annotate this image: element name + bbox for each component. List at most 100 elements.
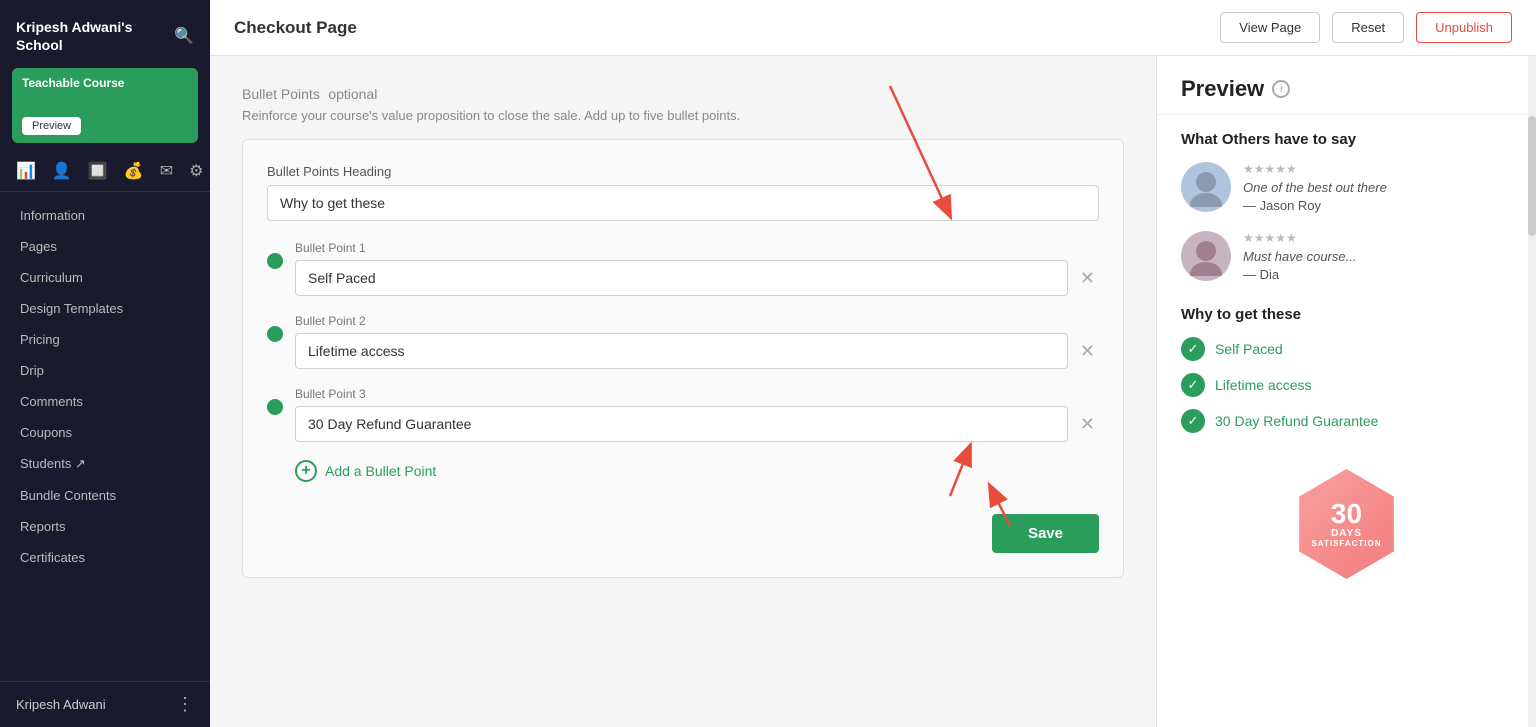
topbar: Checkout Page View Page Reset Unpublish — [210, 0, 1536, 56]
course-preview: Teachable Course Preview — [12, 68, 198, 143]
testimonial-item-1: ★★★★★ One of the best out there — Jason … — [1181, 162, 1512, 213]
testimonial-text-1: ★★★★★ One of the best out there — Jason … — [1243, 162, 1512, 213]
sidebar-item-comments[interactable]: Comments — [0, 386, 210, 417]
bullet-check-row-1: ✓ Self Paced — [1181, 337, 1512, 361]
scrollbar-thumb — [1528, 116, 1536, 236]
preview-panel: Preview i What Others have to say — [1156, 56, 1536, 727]
preview-scrollbar[interactable] — [1528, 56, 1536, 727]
bullet-input-row-1: ✕ — [295, 260, 1099, 296]
main-content: Checkout Page View Page Reset Unpublish … — [210, 0, 1536, 727]
bullet-point-row-2: Bullet Point 2 ✕ — [267, 314, 1099, 369]
panels: Bullet Points optional Reinforce your co… — [210, 56, 1536, 727]
sidebar-item-students[interactable]: Students ↗ — [0, 448, 210, 480]
sidebar-item-bundle-contents[interactable]: Bundle Contents — [0, 480, 210, 511]
unpublish-button[interactable]: Unpublish — [1416, 12, 1512, 43]
testimonial-text-2: ★★★★★ Must have course... — Dia — [1243, 231, 1512, 282]
dashboard-icon[interactable]: 📊 — [16, 161, 36, 181]
badge-label: DAYS — [1331, 528, 1362, 539]
heading-field-group: Bullet Points Heading — [267, 164, 1099, 221]
sidebar-nav: Information Pages Curriculum Design Temp… — [0, 192, 210, 681]
bullet-label-1: Bullet Point 1 — [295, 241, 1099, 255]
bullet-remove-2[interactable]: ✕ — [1076, 341, 1099, 362]
why-section: Why to get these ✓ Self Paced ✓ Lifetime… — [1181, 306, 1512, 433]
badge-sub: SATISFACTION — [1311, 539, 1381, 548]
badge-area: 30 DAYS SATISFACTION — [1181, 449, 1512, 589]
save-row: Save — [267, 514, 1099, 553]
sidebar-item-pricing[interactable]: Pricing — [0, 324, 210, 355]
money-icon[interactable]: 💰 — [124, 161, 144, 181]
school-name: Kripesh Adwani's School — [16, 18, 174, 54]
bullet-input-3[interactable] — [295, 406, 1068, 442]
check-circle-1: ✓ — [1181, 337, 1205, 361]
form-area: Bullet Points Heading Bullet Point 1 ✕ — [242, 139, 1124, 578]
preview-content: What Others have to say ★★★★★ One of the… — [1157, 115, 1536, 609]
sidebar-item-curriculum[interactable]: Curriculum — [0, 262, 210, 293]
bullet-content-1: Bullet Point 1 ✕ — [295, 241, 1099, 296]
sidebar-item-coupons[interactable]: Coupons — [0, 417, 210, 448]
section-title-text: Bullet Points — [242, 86, 320, 102]
bullet-dot-3 — [267, 399, 283, 415]
sidebar-item-pages[interactable]: Pages — [0, 231, 210, 262]
settings-icon[interactable]: ⚙ — [189, 161, 203, 181]
sidebar-header: Kripesh Adwani's School 🔍 — [0, 0, 210, 68]
bullet-input-row-3: ✕ — [295, 406, 1099, 442]
heading-input[interactable] — [267, 185, 1099, 221]
add-bullet-row[interactable]: + Add a Bullet Point — [267, 460, 1099, 482]
reset-button[interactable]: Reset — [1332, 12, 1404, 43]
bullet-check-row-2: ✓ Lifetime access — [1181, 373, 1512, 397]
bullet-dot-1 — [267, 253, 283, 269]
mail-icon[interactable]: ✉ — [160, 161, 173, 181]
heading-label: Bullet Points Heading — [267, 164, 1099, 179]
page-title: Checkout Page — [234, 18, 357, 38]
view-page-button[interactable]: View Page — [1220, 12, 1320, 43]
sidebar-item-drip[interactable]: Drip — [0, 355, 210, 386]
user-name: Kripesh Adwani — [16, 697, 106, 712]
info-icon: i — [1272, 80, 1290, 98]
preview-title: Preview — [1181, 76, 1264, 102]
sidebar-item-certificates[interactable]: Certificates — [0, 542, 210, 573]
layout-icon[interactable]: 🔲 — [88, 161, 108, 181]
testimonial-item-2: ★★★★★ Must have course... — Dia — [1181, 231, 1512, 282]
save-button[interactable]: Save — [992, 514, 1099, 553]
add-bullet-label: Add a Bullet Point — [325, 463, 436, 479]
bullet-input-1[interactable] — [295, 260, 1068, 296]
topbar-actions: View Page Reset Unpublish — [1220, 12, 1512, 43]
bullet-remove-3[interactable]: ✕ — [1076, 414, 1099, 435]
bullet-preview-text-3: 30 Day Refund Guarantee — [1215, 413, 1378, 429]
sidebar-item-information[interactable]: Information — [0, 200, 210, 231]
sidebar-item-reports[interactable]: Reports — [0, 511, 210, 542]
users-icon[interactable]: 👤 — [52, 161, 72, 181]
bullet-dot-2 — [267, 326, 283, 342]
bullet-input-2[interactable] — [295, 333, 1068, 369]
testimonials-section: What Others have to say ★★★★★ One of the… — [1181, 131, 1512, 282]
testimonial-quote-1: One of the best out there — [1243, 180, 1512, 195]
edit-panel: Bullet Points optional Reinforce your co… — [210, 56, 1156, 727]
bullet-content-2: Bullet Point 2 ✕ — [295, 314, 1099, 369]
sidebar-icons-row: 📊 👤 🔲 💰 ✉ ⚙ 📚 💵 — [0, 155, 210, 192]
bullet-label-3: Bullet Point 3 — [295, 387, 1099, 401]
testimonial-quote-2: Must have course... — [1243, 249, 1512, 264]
sidebar-footer: Kripesh Adwani ⋮ — [0, 681, 210, 727]
days-badge: 30 DAYS SATISFACTION — [1292, 469, 1402, 579]
bullet-preview-text-2: Lifetime access — [1215, 377, 1311, 393]
sidebar-item-design-templates[interactable]: Design Templates — [0, 293, 210, 324]
add-bullet-plus-icon: + — [295, 460, 317, 482]
testimonial-rating-2: ★★★★★ — [1243, 231, 1512, 245]
testimonial-author-2: — Dia — [1243, 267, 1512, 282]
bullet-point-row-3: Bullet Point 3 ✕ — [267, 387, 1099, 442]
why-heading: Why to get these — [1181, 306, 1512, 323]
course-preview-button[interactable]: Preview — [22, 117, 81, 135]
course-label: Teachable Course — [22, 76, 124, 90]
section-optional-text: optional — [328, 86, 377, 102]
avatar-1 — [1181, 162, 1231, 212]
preview-header: Preview i — [1157, 56, 1536, 115]
avatar-2 — [1181, 231, 1231, 281]
sidebar: Kripesh Adwani's School 🔍 Teachable Cour… — [0, 0, 210, 727]
bullet-input-row-2: ✕ — [295, 333, 1099, 369]
bullet-label-2: Bullet Point 2 — [295, 314, 1099, 328]
search-icon[interactable]: 🔍 — [174, 26, 194, 46]
badge-number: 30 — [1331, 500, 1362, 528]
more-options-icon[interactable]: ⋮ — [176, 694, 194, 715]
testimonial-author-1: — Jason Roy — [1243, 198, 1512, 213]
bullet-remove-1[interactable]: ✕ — [1076, 268, 1099, 289]
